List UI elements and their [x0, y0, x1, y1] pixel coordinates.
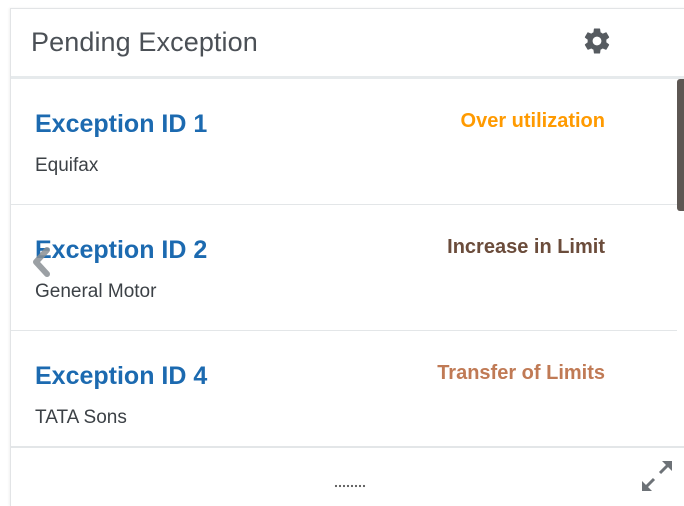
exception-id[interactable]: Exception ID 1: [35, 110, 207, 139]
exception-list: Exception ID 1 Equifax Over utilization …: [11, 79, 677, 447]
drag-handle-icon[interactable]: [334, 483, 368, 489]
exception-party: TATA Sons: [35, 407, 127, 428]
list-scrollbar[interactable]: [677, 79, 684, 447]
exception-type: Transfer of Limits: [437, 362, 605, 384]
pending-exception-widget: Pending Exception Exception ID 1 Equifax…: [10, 8, 684, 506]
scrollbar-thumb[interactable]: [677, 79, 684, 211]
page: Pending Exception Exception ID 1 Equifax…: [0, 0, 684, 506]
widget-header: Pending Exception: [11, 9, 684, 77]
exception-list-item[interactable]: Exception ID 1 Equifax Over utilization: [11, 79, 677, 205]
expand-icon[interactable]: [638, 457, 676, 495]
exception-type: Increase in Limit: [447, 236, 605, 258]
exception-id[interactable]: Exception ID 4: [35, 362, 207, 391]
exception-type: Over utilization: [460, 110, 605, 132]
exception-id[interactable]: Exception ID 2: [35, 236, 207, 265]
gear-icon[interactable]: [582, 26, 612, 56]
exception-party: General Motor: [35, 281, 157, 302]
chevron-left-icon[interactable]: [28, 245, 56, 279]
exception-list-item[interactable]: Exception ID 4 TATA Sons Transfer of Lim…: [11, 331, 677, 447]
exception-list-item[interactable]: Exception ID 2 General Motor Increase in…: [11, 205, 677, 331]
widget-title: Pending Exception: [31, 27, 258, 57]
widget-footer: [11, 448, 684, 506]
exception-party: Equifax: [35, 155, 99, 176]
